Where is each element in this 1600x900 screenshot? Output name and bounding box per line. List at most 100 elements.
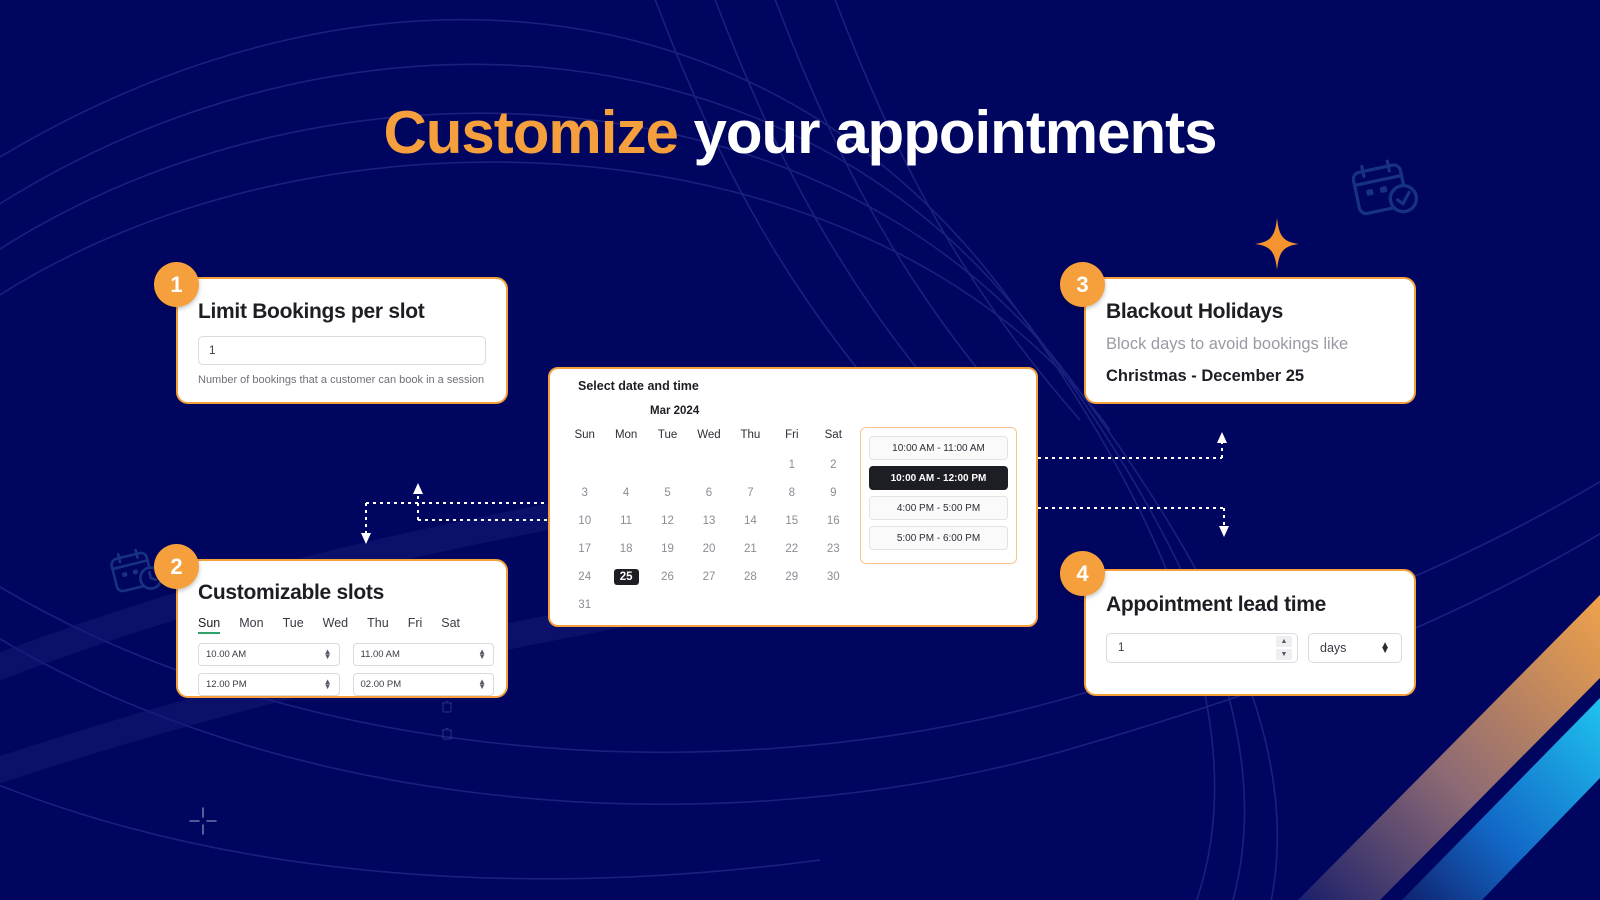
- calendar-day-number: [572, 464, 597, 468]
- weekday-tue: Tue: [657, 429, 678, 441]
- calendar-day-cell[interactable]: 2: [813, 451, 854, 479]
- stepper-up-icon[interactable]: ▲: [1276, 636, 1292, 647]
- day-tab-tue[interactable]: Tue: [283, 616, 304, 634]
- calendar-day-cell[interactable]: 15: [771, 507, 812, 535]
- stepper-arrows-icon[interactable]: ▲ ▼: [478, 678, 486, 690]
- calendar-day-number: 21: [743, 543, 757, 555]
- day-tab-sun[interactable]: Sun: [198, 616, 221, 634]
- calendar-day-cell[interactable]: 26: [647, 563, 688, 591]
- calendar-day-cell[interactable]: 10: [564, 507, 605, 535]
- calendar-empty-cell: [564, 451, 605, 479]
- calendar-day-cell[interactable]: 30: [813, 563, 854, 591]
- calendar-day-number: [655, 604, 680, 608]
- calendar-day-number: [696, 604, 721, 608]
- calendar-week-row: 12: [564, 451, 854, 479]
- calendar-day-cell[interactable]: 20: [688, 535, 729, 563]
- calendar-day-cell[interactable]: 17: [564, 535, 605, 563]
- calendar-day-cell[interactable]: 22: [771, 535, 812, 563]
- weekday-sun: Sun: [574, 429, 595, 441]
- chevron-updown-icon[interactable]: ▲ ▼: [1380, 640, 1390, 656]
- time-slot[interactable]: 5:00 PM - 6:00 PM: [869, 526, 1008, 550]
- time-slot[interactable]: 10:00 AM - 11:00 AM: [869, 436, 1008, 460]
- day-tab-fri[interactable]: Fri: [408, 616, 423, 634]
- card-badge-4: 4: [1060, 551, 1105, 596]
- slot-start-2-value: 12.00 PM: [206, 679, 247, 690]
- sparkle-star-icon: [1255, 218, 1299, 270]
- time-slot-selected[interactable]: 10:00 AM - 12:00 PM: [869, 466, 1008, 490]
- calendar-day-cell[interactable]: 3: [564, 479, 605, 507]
- weekday-fri: Fri: [785, 429, 799, 441]
- stepper-down-icon[interactable]: ▼: [1276, 649, 1292, 660]
- calendar-empty-cell: [688, 451, 729, 479]
- limit-bookings-input[interactable]: 1: [198, 336, 486, 365]
- calendar-day-number: 6: [705, 487, 713, 499]
- calendar-day-number: 4: [622, 487, 630, 499]
- calendar-day-number: [614, 464, 639, 468]
- calendar-day-number: 19: [661, 543, 674, 555]
- calendar-day-cell[interactable]: 16: [813, 507, 854, 535]
- calendar-day-cell-selected[interactable]: 25: [605, 563, 646, 591]
- calendar-day-cell[interactable]: 12: [647, 507, 688, 535]
- card-limit-bookings: Limit Bookings per slot 1 Number of book…: [176, 277, 508, 404]
- lead-time-amount-input[interactable]: 1 ▲ ▼: [1106, 633, 1298, 663]
- lead-time-unit-select[interactable]: days ▲ ▼: [1308, 633, 1402, 663]
- stepper-arrows-icon[interactable]: ▲ ▼: [478, 648, 486, 660]
- calendar-day-cell[interactable]: 9: [813, 479, 854, 507]
- day-tab-sat[interactable]: Sat: [441, 616, 460, 634]
- card1-title: Limit Bookings per slot: [198, 300, 425, 323]
- calendar-empty-cell: [647, 591, 688, 619]
- day-tab-wed[interactable]: Wed: [323, 616, 348, 634]
- calendar-day-cell[interactable]: 14: [730, 507, 771, 535]
- calendar-weekday-row: Sun Mon Tue Wed Thu Fri Sat: [564, 425, 854, 451]
- calendar-empty-cell: [730, 591, 771, 619]
- slot-end-2[interactable]: 02.00 PM ▲ ▼: [352, 673, 494, 696]
- slot-end-2-value: 02.00 PM: [360, 679, 402, 690]
- calendar-day-number: 26: [661, 571, 674, 583]
- calendar-day-number: 29: [785, 571, 799, 583]
- card-badge-2: 2: [154, 544, 199, 589]
- calendar-day-cell[interactable]: 19: [647, 535, 688, 563]
- limit-bookings-help: Number of bookings that a customer can b…: [198, 374, 485, 386]
- calendar-day-cell[interactable]: 31: [564, 591, 605, 619]
- calendar-day-cell[interactable]: 11: [605, 507, 646, 535]
- calendar-day-cell[interactable]: 13: [688, 507, 729, 535]
- day-tab-mon[interactable]: Mon: [239, 616, 263, 634]
- calendar-day-cell[interactable]: 1: [771, 451, 812, 479]
- calendar-day-cell[interactable]: 5: [647, 479, 688, 507]
- calendar-day-cell[interactable]: 29: [771, 563, 812, 591]
- calendar-day-number: 31: [578, 599, 592, 611]
- weekday-mon: Mon: [614, 429, 638, 441]
- calendar-day-cell[interactable]: 8: [771, 479, 812, 507]
- calendar-day-number: [655, 464, 680, 468]
- time-slot[interactable]: 4:00 PM - 5:00 PM: [869, 496, 1008, 520]
- stepper-arrows-icon[interactable]: ▲ ▼: [324, 678, 332, 690]
- slot-start-2[interactable]: 12.00 PM ▲ ▼: [198, 673, 340, 696]
- calendar-day-number: 13: [702, 515, 716, 527]
- calendar-day-cell[interactable]: 18: [605, 535, 646, 563]
- calendar-day-number: 12: [661, 515, 674, 527]
- calendar-grid: Sun Mon Tue Wed Thu Fri Sat 1 2 3 4 5 6 7 8 9 10 1…: [564, 425, 854, 619]
- day-tabs: Sun Mon Tue Wed Thu Fri Sat: [198, 616, 479, 634]
- calendar-day-cell[interactable]: 4: [605, 479, 646, 507]
- calendar-day-number: 3: [581, 487, 588, 499]
- trash-icon: [442, 701, 452, 713]
- slot-start-1[interactable]: 10.00 AM ▲ ▼: [198, 643, 340, 666]
- calendar-day-cell[interactable]: 27: [688, 563, 729, 591]
- crosshair-marker-icon: [189, 807, 217, 835]
- lead-time-stepper[interactable]: ▲ ▼: [1276, 636, 1292, 660]
- stepper-arrows-icon[interactable]: ▲ ▼: [324, 648, 332, 660]
- card4-title: Appointment lead time: [1106, 593, 1327, 616]
- calendar-day-cell[interactable]: 7: [730, 479, 771, 507]
- day-tab-thu[interactable]: Thu: [367, 616, 389, 634]
- trash-icon: [442, 728, 452, 740]
- calendar-day-cell[interactable]: 23: [813, 535, 854, 563]
- calendar-day-cell[interactable]: 24: [564, 563, 605, 591]
- slot-time-grid: 10.00 AM ▲ ▼ 11.00 AM ▲ ▼ 12.00 PM ▲ ▼ 02.0…: [198, 643, 494, 696]
- calendar-day-cell[interactable]: 21: [730, 535, 771, 563]
- calendar-day-cell[interactable]: 28: [730, 563, 771, 591]
- calendar-day-number: 18: [619, 543, 633, 555]
- calendar-day-number: [738, 604, 763, 608]
- calendar-day-cell[interactable]: 6: [688, 479, 729, 507]
- slot-end-1[interactable]: 11.00 AM ▲ ▼: [352, 643, 494, 666]
- lead-time-unit-value: days: [1320, 641, 1347, 655]
